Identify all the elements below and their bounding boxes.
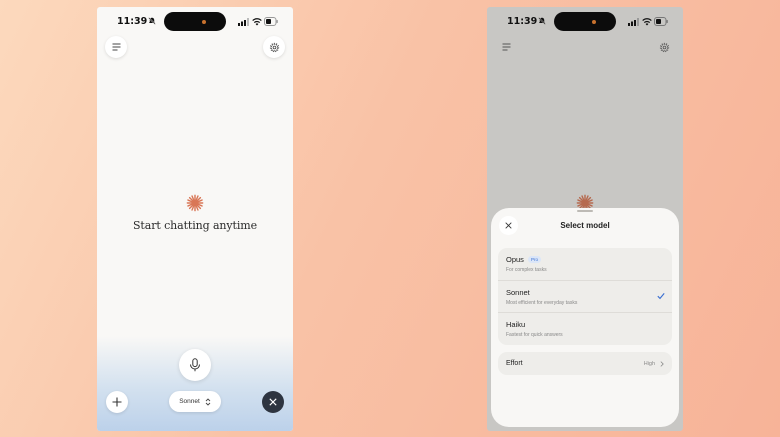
signal-icon — [628, 18, 639, 26]
effort-value: High — [643, 360, 655, 367]
gear-icon — [269, 42, 279, 52]
model-description: Fastest for quick answers — [506, 332, 563, 338]
battery-icon — [264, 17, 278, 26]
model-selector-button[interactable]: Sonnet — [169, 391, 221, 412]
check-icon — [657, 293, 665, 300]
effort-label: Effort — [506, 360, 523, 367]
pro-badge: Pro — [527, 256, 541, 263]
model-name: Haiku — [506, 320, 526, 329]
chevron-updown-icon — [205, 397, 211, 406]
microphone-button[interactable] — [179, 349, 211, 381]
model-description: For complex tasks — [506, 267, 547, 273]
model-selector-label: Sonnet — [179, 398, 200, 405]
add-attachment-button[interactable] — [106, 391, 128, 413]
status-bar: 11:39 — [97, 7, 293, 37]
mic-icon — [190, 358, 200, 372]
menu-icon — [502, 43, 510, 51]
plus-icon — [112, 397, 122, 407]
sheet-title: Select model — [560, 221, 610, 230]
camera-indicator — [592, 19, 596, 24]
bell-muted-icon — [148, 17, 156, 25]
empty-state: Start chatting anytime — [97, 194, 293, 232]
model-list: Opus Pro For complex tasks Sonnet Most e… — [498, 248, 672, 345]
phone-model-picker-screen: 11:39 Select model Opus Pro For complex … — [487, 7, 683, 431]
menu-icon — [112, 43, 120, 51]
select-model-sheet: Select model Opus Pro For complex tasks … — [491, 208, 679, 427]
settings-button[interactable] — [263, 36, 285, 58]
status-time: 11:39 — [507, 16, 538, 27]
model-name: Sonnet — [506, 288, 530, 297]
model-option-haiku[interactable]: Haiku Fastest for quick answers — [498, 312, 672, 344]
signal-icon — [238, 18, 249, 26]
gear-icon — [659, 42, 669, 52]
effort-setting-row[interactable]: Effort High — [498, 352, 672, 375]
status-bar: 11:39 — [487, 7, 683, 37]
menu-button[interactable] — [495, 36, 517, 58]
spark-icon — [186, 194, 204, 212]
bell-muted-icon — [538, 17, 546, 25]
model-option-opus[interactable]: Opus Pro For complex tasks — [498, 248, 672, 280]
close-icon — [269, 398, 277, 406]
phone-chat-screen: 11:39 Start chatting anytime Sonnet — [97, 7, 293, 431]
model-name-row: Opus Pro — [506, 255, 672, 264]
model-option-sonnet[interactable]: Sonnet Most efficient for everyday tasks — [498, 280, 672, 312]
model-name-row: Haiku — [506, 320, 672, 329]
settings-button[interactable] — [653, 36, 675, 58]
dynamic-island — [164, 12, 226, 31]
model-name-row: Sonnet — [506, 288, 672, 297]
status-time: 11:39 — [117, 16, 148, 27]
empty-state-title: Start chatting anytime — [132, 219, 257, 232]
menu-button[interactable] — [105, 36, 127, 58]
battery-icon — [654, 17, 668, 26]
wifi-icon — [642, 18, 652, 26]
dynamic-island — [554, 12, 616, 31]
sheet-drag-handle[interactable] — [577, 210, 593, 212]
chevron-right-icon — [660, 360, 664, 367]
model-description: Most efficient for everyday tasks — [506, 300, 578, 306]
model-name: Opus — [506, 255, 524, 264]
wifi-icon — [252, 18, 262, 26]
end-voice-button[interactable] — [262, 391, 284, 413]
camera-indicator — [202, 19, 206, 24]
